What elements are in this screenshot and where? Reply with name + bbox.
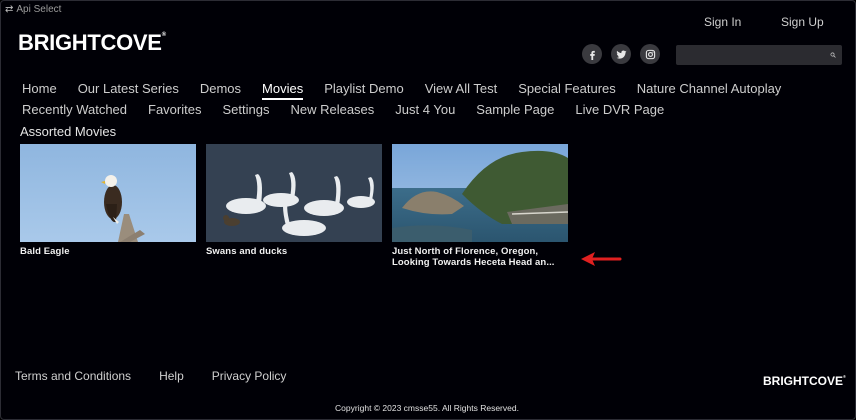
sign-in-link[interactable]: Sign In — [704, 15, 741, 29]
nav-item-playlist-demo[interactable]: Playlist Demo — [324, 80, 403, 100]
logo-trademark: ® — [161, 32, 166, 38]
nav-item-movies[interactable]: Movies — [262, 80, 304, 100]
nav-item-new-releases[interactable]: New Releases — [290, 101, 374, 119]
sign-up-link[interactable]: Sign Up — [781, 15, 824, 29]
nav-item-favorites[interactable]: Favorites — [148, 101, 201, 119]
nav-item-settings[interactable]: Settings — [222, 101, 269, 119]
nav-item-sample-page[interactable]: Sample Page — [476, 101, 554, 119]
facebook-icon[interactable] — [582, 44, 602, 64]
twitter-icon[interactable] — [611, 44, 631, 64]
search-input[interactable] — [676, 45, 830, 65]
footer-link-privacy-policy[interactable]: Privacy Policy — [212, 369, 287, 383]
movie-card-heceta-head[interactable]: Just North of Florence, Oregon, Looking … — [392, 144, 568, 268]
copyright-text: Copyright © 2023 cmsse55. All Rights Res… — [335, 403, 519, 413]
movie-card-bald-eagle[interactable]: Bald Eagle — [20, 144, 196, 268]
movie-title[interactable]: Swans and ducks — [206, 246, 382, 257]
main-nav: Home Our Latest Series Demos Movies Play… — [22, 80, 842, 119]
movie-grid: Bald Eagle Swans and ducks Just North of… — [20, 144, 568, 268]
nav-item-special-features[interactable]: Special Features — [518, 80, 616, 100]
movie-card-swans-and-ducks[interactable]: Swans and ducks — [206, 144, 382, 268]
nav-item-demos[interactable]: Demos — [200, 80, 241, 100]
footer-logo-text: BRIGHTCOVE — [763, 374, 844, 388]
footer-logo-trademark: ® — [843, 374, 846, 379]
nav-item-view-all-test[interactable]: View All Test — [425, 80, 498, 100]
footer-brightcove-logo[interactable]: BRIGHTCOVE® — [763, 374, 846, 388]
instagram-icon[interactable] — [640, 44, 660, 64]
api-select[interactable]: ⇄ Api Select — [5, 4, 61, 15]
nav-item-home[interactable]: Home — [22, 80, 57, 100]
nav-item-nature-channel-autoplay[interactable]: Nature Channel Autoplay — [637, 80, 782, 100]
api-select-label: Api Select — [16, 4, 62, 15]
app-frame: ⇄ Api Select BRIGHTCOVE® Sign In Sign Up… — [0, 0, 856, 420]
swans-and-ducks-thumbnail[interactable] — [206, 144, 382, 242]
nav-item-just-4-you[interactable]: Just 4 You — [395, 101, 455, 119]
nav-item-recently-watched[interactable]: Recently Watched — [22, 101, 127, 119]
brightcove-logo[interactable]: BRIGHTCOVE® — [18, 30, 166, 56]
search-bar — [676, 45, 842, 65]
heceta-head-thumbnail[interactable] — [392, 144, 568, 242]
footer-link-help[interactable]: Help — [159, 369, 184, 383]
bald-eagle-thumbnail[interactable] — [20, 144, 196, 242]
swap-icon: ⇄ — [5, 4, 14, 15]
social-links — [582, 44, 660, 64]
movie-title[interactable]: Bald Eagle — [20, 246, 196, 257]
search-icon[interactable] — [830, 48, 836, 62]
red-arrow-annotation — [581, 252, 622, 266]
footer-link-terms[interactable]: Terms and Conditions — [15, 369, 131, 383]
nav-item-our-latest-series[interactable]: Our Latest Series — [78, 80, 179, 100]
nav-item-live-dvr-page[interactable]: Live DVR Page — [575, 101, 664, 119]
footer-links: Terms and Conditions Help Privacy Policy — [15, 369, 286, 383]
logo-text: BRIGHTCOVE — [18, 30, 162, 55]
movie-title[interactable]: Just North of Florence, Oregon, Looking … — [392, 246, 568, 268]
section-title: Assorted Movies — [20, 124, 117, 139]
